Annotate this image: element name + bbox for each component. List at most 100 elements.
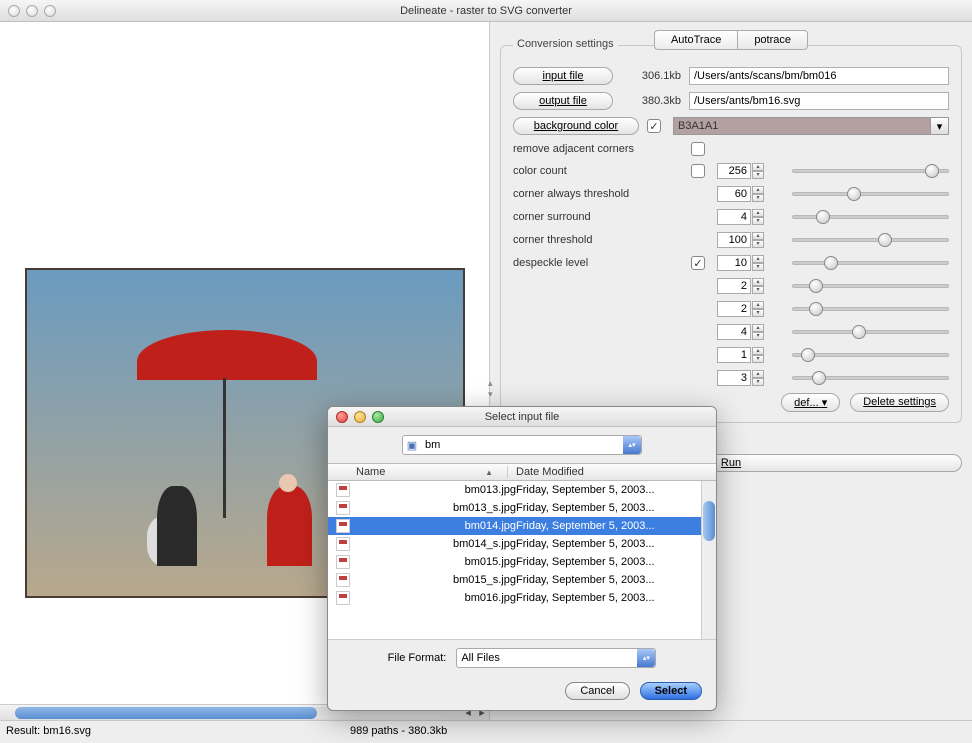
tab-autotrace[interactable]: AutoTrace (654, 30, 738, 50)
close-icon[interactable] (8, 5, 20, 17)
despeckle-level-slider[interactable] (792, 261, 949, 265)
corner-always-stepper[interactable]: ▴▾ (752, 186, 764, 202)
file-format-value: All Files (457, 652, 637, 664)
file-name: bm016.jpg (465, 592, 516, 604)
param8-stepper[interactable]: ▴▾ (752, 324, 764, 340)
background-color-checkbox[interactable] (647, 119, 661, 133)
defaults-button[interactable]: def... ▾ (781, 393, 840, 412)
param10-slider[interactable] (792, 376, 949, 380)
color-count-checkbox[interactable] (691, 164, 705, 178)
file-name: bm013.jpg (465, 484, 516, 496)
dialog-title: Select input file (328, 411, 716, 423)
file-name: bm015.jpg (465, 556, 516, 568)
param10-stepper[interactable]: ▴▾ (752, 370, 764, 386)
file-row[interactable]: bm015.jpgFriday, September 5, 2003... (328, 553, 716, 571)
param6-stepper[interactable]: ▴▾ (752, 278, 764, 294)
output-file-button[interactable]: output file (513, 92, 613, 110)
corner-always-slider[interactable] (792, 192, 949, 196)
param6-slider[interactable] (792, 284, 949, 288)
input-file-path[interactable]: /Users/ants/scans/bm/bm016 (689, 67, 949, 85)
color-count-stepper[interactable]: ▴▾ (752, 163, 764, 179)
zoom-icon[interactable] (44, 5, 56, 17)
param8-value[interactable]: 4 (717, 324, 751, 340)
color-count-slider[interactable] (792, 169, 949, 173)
file-row[interactable]: bm013_s.jpgFriday, September 5, 2003... (328, 499, 716, 517)
file-date: Friday, September 5, 2003... (516, 556, 716, 568)
corner-surround-label: corner surround (513, 211, 683, 223)
folder-combo[interactable]: ▣ bm ▴▾ (402, 435, 642, 455)
corner-threshold-label: corner threshold (513, 234, 683, 246)
delete-settings-button[interactable]: Delete settings (850, 393, 949, 412)
select-button[interactable]: Select (640, 682, 702, 700)
file-format-combo[interactable]: All Files ▴▾ (456, 648, 656, 668)
file-dialog: Select input file ▣ bm ▴▾ Name ▲ Date Mo… (327, 406, 717, 711)
param9-stepper[interactable]: ▴▾ (752, 347, 764, 363)
file-list-scrollbar[interactable] (701, 481, 716, 639)
file-format-arrows-icon: ▴▾ (637, 649, 655, 667)
param8-slider[interactable] (792, 330, 949, 334)
dialog-close-icon[interactable] (336, 411, 348, 423)
column-date-header[interactable]: Date Modified (508, 466, 716, 478)
status-bar: Result: bm16.svg 989 paths - 380.3kb (0, 720, 972, 741)
file-list[interactable]: bm013.jpgFriday, September 5, 2003...bm0… (328, 481, 716, 639)
despeckle-level-value[interactable]: 10 (717, 255, 751, 271)
splitter-handle[interactable]: ▴▾ (488, 378, 494, 394)
folder-combo-arrows-icon: ▴▾ (623, 436, 641, 454)
file-row[interactable]: bm015_s.jpgFriday, September 5, 2003... (328, 571, 716, 589)
param7-stepper[interactable]: ▴▾ (752, 301, 764, 317)
file-list-header: Name ▲ Date Modified (328, 463, 716, 481)
despeckle-level-label: despeckle level (513, 257, 683, 269)
input-file-size: 306.1kb (621, 70, 681, 82)
file-row[interactable]: bm013.jpgFriday, September 5, 2003... (328, 481, 716, 499)
despeckle-level-checkbox[interactable] (691, 256, 705, 270)
minimize-icon[interactable] (26, 5, 38, 17)
corner-surround-value[interactable]: 4 (717, 209, 751, 225)
dialog-minimize-icon[interactable] (354, 411, 366, 423)
corner-always-value[interactable]: 60 (717, 186, 751, 202)
file-row[interactable]: bm014_s.jpgFriday, September 5, 2003... (328, 535, 716, 553)
conversion-settings-group: Conversion settings input file 306.1kb /… (500, 45, 962, 423)
background-color-button[interactable]: background color (513, 117, 639, 135)
column-name-header[interactable]: Name ▲ (328, 466, 508, 478)
folder-name: bm (421, 439, 623, 451)
file-date: Friday, September 5, 2003... (516, 484, 716, 496)
folder-icon: ▣ (403, 439, 421, 452)
file-date: Friday, September 5, 2003... (516, 574, 716, 586)
remove-adjacent-checkbox[interactable] (691, 142, 705, 156)
color-count-value[interactable]: 256 (717, 163, 751, 179)
output-file-size: 380.3kb (621, 95, 681, 107)
file-icon (336, 591, 350, 605)
file-name: bm013_s.jpg (453, 502, 516, 514)
dialog-zoom-icon[interactable] (372, 411, 384, 423)
status-result: Result: bm16.svg (6, 725, 91, 737)
file-row[interactable]: bm014.jpgFriday, September 5, 2003... (328, 517, 716, 535)
file-date: Friday, September 5, 2003... (516, 592, 716, 604)
param10-value[interactable]: 3 (717, 370, 751, 386)
file-icon (336, 537, 350, 551)
param9-value[interactable]: 1 (717, 347, 751, 363)
despeckle-level-stepper[interactable]: ▴▾ (752, 255, 764, 271)
param7-value[interactable]: 2 (717, 301, 751, 317)
corner-surround-slider[interactable] (792, 215, 949, 219)
background-color-dropdown-icon[interactable]: ▾ (931, 117, 949, 135)
file-icon (336, 501, 350, 515)
corner-threshold-stepper[interactable]: ▴▾ (752, 232, 764, 248)
param9-slider[interactable] (792, 353, 949, 357)
file-name: bm015_s.jpg (453, 574, 516, 586)
param6-value[interactable]: 2 (717, 278, 751, 294)
cancel-button[interactable]: Cancel (565, 682, 629, 700)
corner-always-label: corner always threshold (513, 188, 683, 200)
corner-threshold-slider[interactable] (792, 238, 949, 242)
param7-slider[interactable] (792, 307, 949, 311)
corner-threshold-value[interactable]: 100 (717, 232, 751, 248)
background-color-field[interactable]: B3A1A1 (673, 117, 931, 135)
output-file-path[interactable]: /Users/ants/bm16.svg (689, 92, 949, 110)
tab-potrace[interactable]: potrace (738, 30, 808, 50)
file-icon (336, 483, 350, 497)
file-icon (336, 519, 350, 533)
file-row[interactable]: bm016.jpgFriday, September 5, 2003... (328, 589, 716, 607)
input-file-button[interactable]: input file (513, 67, 613, 85)
corner-surround-stepper[interactable]: ▴▾ (752, 209, 764, 225)
sort-ascending-icon: ▲ (485, 468, 493, 477)
file-date: Friday, September 5, 2003... (516, 538, 716, 550)
